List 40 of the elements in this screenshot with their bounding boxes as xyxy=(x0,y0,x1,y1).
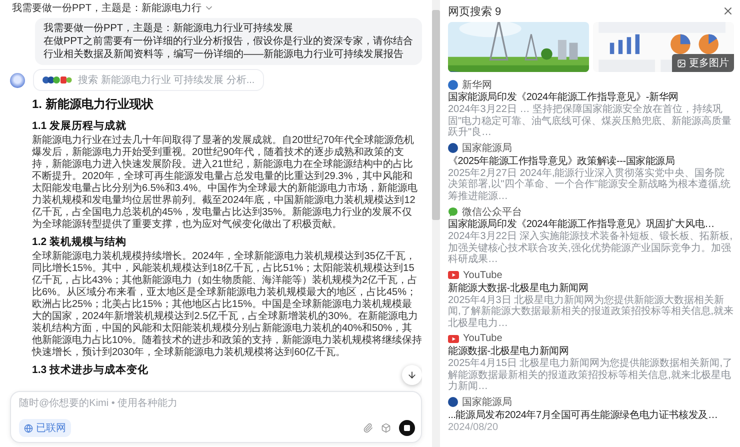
source-name: 微信公众平台 xyxy=(462,206,522,218)
chat-title: 我需要做一份PPT，主题是：新能源电力行 xyxy=(12,2,202,15)
subsection-heading: 1.1 发展历程与成就 xyxy=(32,119,127,133)
source-name: YouTube xyxy=(463,270,502,280)
arrow-down-icon xyxy=(407,370,417,380)
result-title-link[interactable]: ...能源局发布2024年7月全国可再生能源绿色电力证书核发及… xyxy=(448,408,734,422)
source-name: 新华网 xyxy=(462,78,492,92)
cube-icon[interactable] xyxy=(381,423,391,433)
result-title-link[interactable]: 《2025年能源工作指导意见》政策解读---国家能源局 xyxy=(448,154,734,168)
stop-button[interactable] xyxy=(399,420,415,436)
scrollbar[interactable] xyxy=(432,0,440,447)
message-input[interactable]: 随时@你想要的Kimi • 使用各种能力 xyxy=(19,398,415,409)
source-logos-icon xyxy=(42,76,72,84)
result-snippet: 2025年4月15日 北极星电力新闻网为您提供能源数据相关新闻,了解能源数据最新相关的报道政策招投标等相关信息,就来北极星电力新闻… xyxy=(448,358,734,392)
user-message: 我需要做一份PPT，主题是：新能源电力行业可持续发展 在做PPT之前需要有一份详细的行业分析报告，假设你是行业的资深专家，请你结合 行业相关数据及新闻资料等，编写一份详细的——新能源电力行业可持续发展报告 xyxy=(34,18,422,65)
more-images-button[interactable]: 更多图片 xyxy=(672,54,734,72)
result-title-link[interactable]: 国家能源局印发《2024年能源工作指导意见》巩固扩大风电… xyxy=(448,218,734,231)
source-name: YouTube xyxy=(463,333,502,344)
subsection-heading: 1.2 装机规模与结构 xyxy=(32,235,127,249)
close-icon[interactable] xyxy=(722,5,734,17)
section-heading: 1. 新能源电力行业现状 xyxy=(32,96,154,113)
source-name: 国家能源局 xyxy=(462,396,512,409)
result-title-link[interactable]: 能源数据-北极星电力新闻网 xyxy=(448,345,734,358)
image-icon xyxy=(677,58,686,68)
assistant-avatar xyxy=(10,72,25,88)
paperclip-icon[interactable] xyxy=(363,423,373,433)
paragraph: 新能源电力行业在过去几十年间取得了显著的发展成就。自20世纪70年代全球能源危机爆发后，新能源电力开始受到重视。20世纪90年代，随着技术的逐步成熟和政策的支持，新能源电力进入快速发展阶段。进入21世纪，新能源电力在全球能源结构中的占比不断提升。2020年，全球可再生能源发电量占总发电量的比重达到29.3%，其中风能和太阳能发电量占比分别为6.5%和3.4%。中国作为全球最大的新能源电力市场，新能源电力装机规模和发电量均位居世界前列。截至2024年底，中国新能源电力装机规模达到12亿千瓦，占全国电力总装机的45%，发电量占比达到35%。新能源电力行业的发展不仅为全球能源转型提供了重要支撑，也为应对气候变化做出了积极贡献。 xyxy=(32,135,419,231)
paragraph: 全球新能源电力装机规模持续增长。2024年，全球新能源电力装机规模达到35亿千瓦，同比增长15%。其中，风能装机规模达到18亿千瓦，占比51%；太阳能装机规模达到15亿千瓦，占比43%；其他新能源电力（如生物质能、海洋能等）装机规模为2亿千瓦，占比6%。从区域分布来看，亚太地区是全球新能源电力装机规模最大的地区，占比45%；欧洲占比25%；北美占比15%；其他地区占比15%。中国是全球新能源电力装机规模最大的国家，2024年新增装机规模达到2.5亿千瓦，占全球新增装机的30%。在新能源电力装机结构方面，中国的风能和太阳能装机规模分别占新能源电力装机的40%和50%，其他新能源电力占比10%。随着技术的进步和政策的支持，新能源电力装机规模将继续保持快速增长，预计到2030年，全球新能源电力装机规模将达到60亿千瓦。 xyxy=(32,251,422,359)
result-snippet: 2025年4月3日 北极星电力新闻网为您提供新能源大数据相关新闻,了解新能源大数据最新相关的报道政策招投标等相关信息,就来北极星电力… xyxy=(448,294,734,329)
result-snippet: 2025年2月27日 2024年,能源行业深入贯彻落实党中央、国务院决策部署,以"四个革命、一个合作"能源安全新战略为根本遵循,统筹推进能源… xyxy=(448,168,732,202)
result-title-link[interactable]: 新能源大数据-北极星电力新闻网 xyxy=(448,282,734,294)
result-snippet: 2024年3月22日 … 坚持把保障国家能源安全放在首位，持续巩固"电力稳定可靠、油气底线可保、煤炭压舱兜底、新能源高质量跃升"良… xyxy=(448,104,733,138)
globe-icon xyxy=(24,424,33,432)
result-title-link[interactable]: 国家能源局印发《2024年能源工作指导意见》-新华网 xyxy=(448,91,734,104)
source-name: 国家能源局 xyxy=(462,142,512,155)
scroll-down-button[interactable] xyxy=(402,365,422,385)
result-snippet: 2024年3月22日 深入实施能源技术装备补短板、锻长板、拓新板,加强关键核心技术联合攻关,强化优势能源产业国际竞争力。加强科研成果… xyxy=(448,231,734,266)
result-date: 2024/08/20 xyxy=(448,422,500,433)
subsection-heading: 1.3 技术进步与成本变化 xyxy=(32,363,149,377)
panel-title: 网页搜索 9 xyxy=(448,4,502,18)
